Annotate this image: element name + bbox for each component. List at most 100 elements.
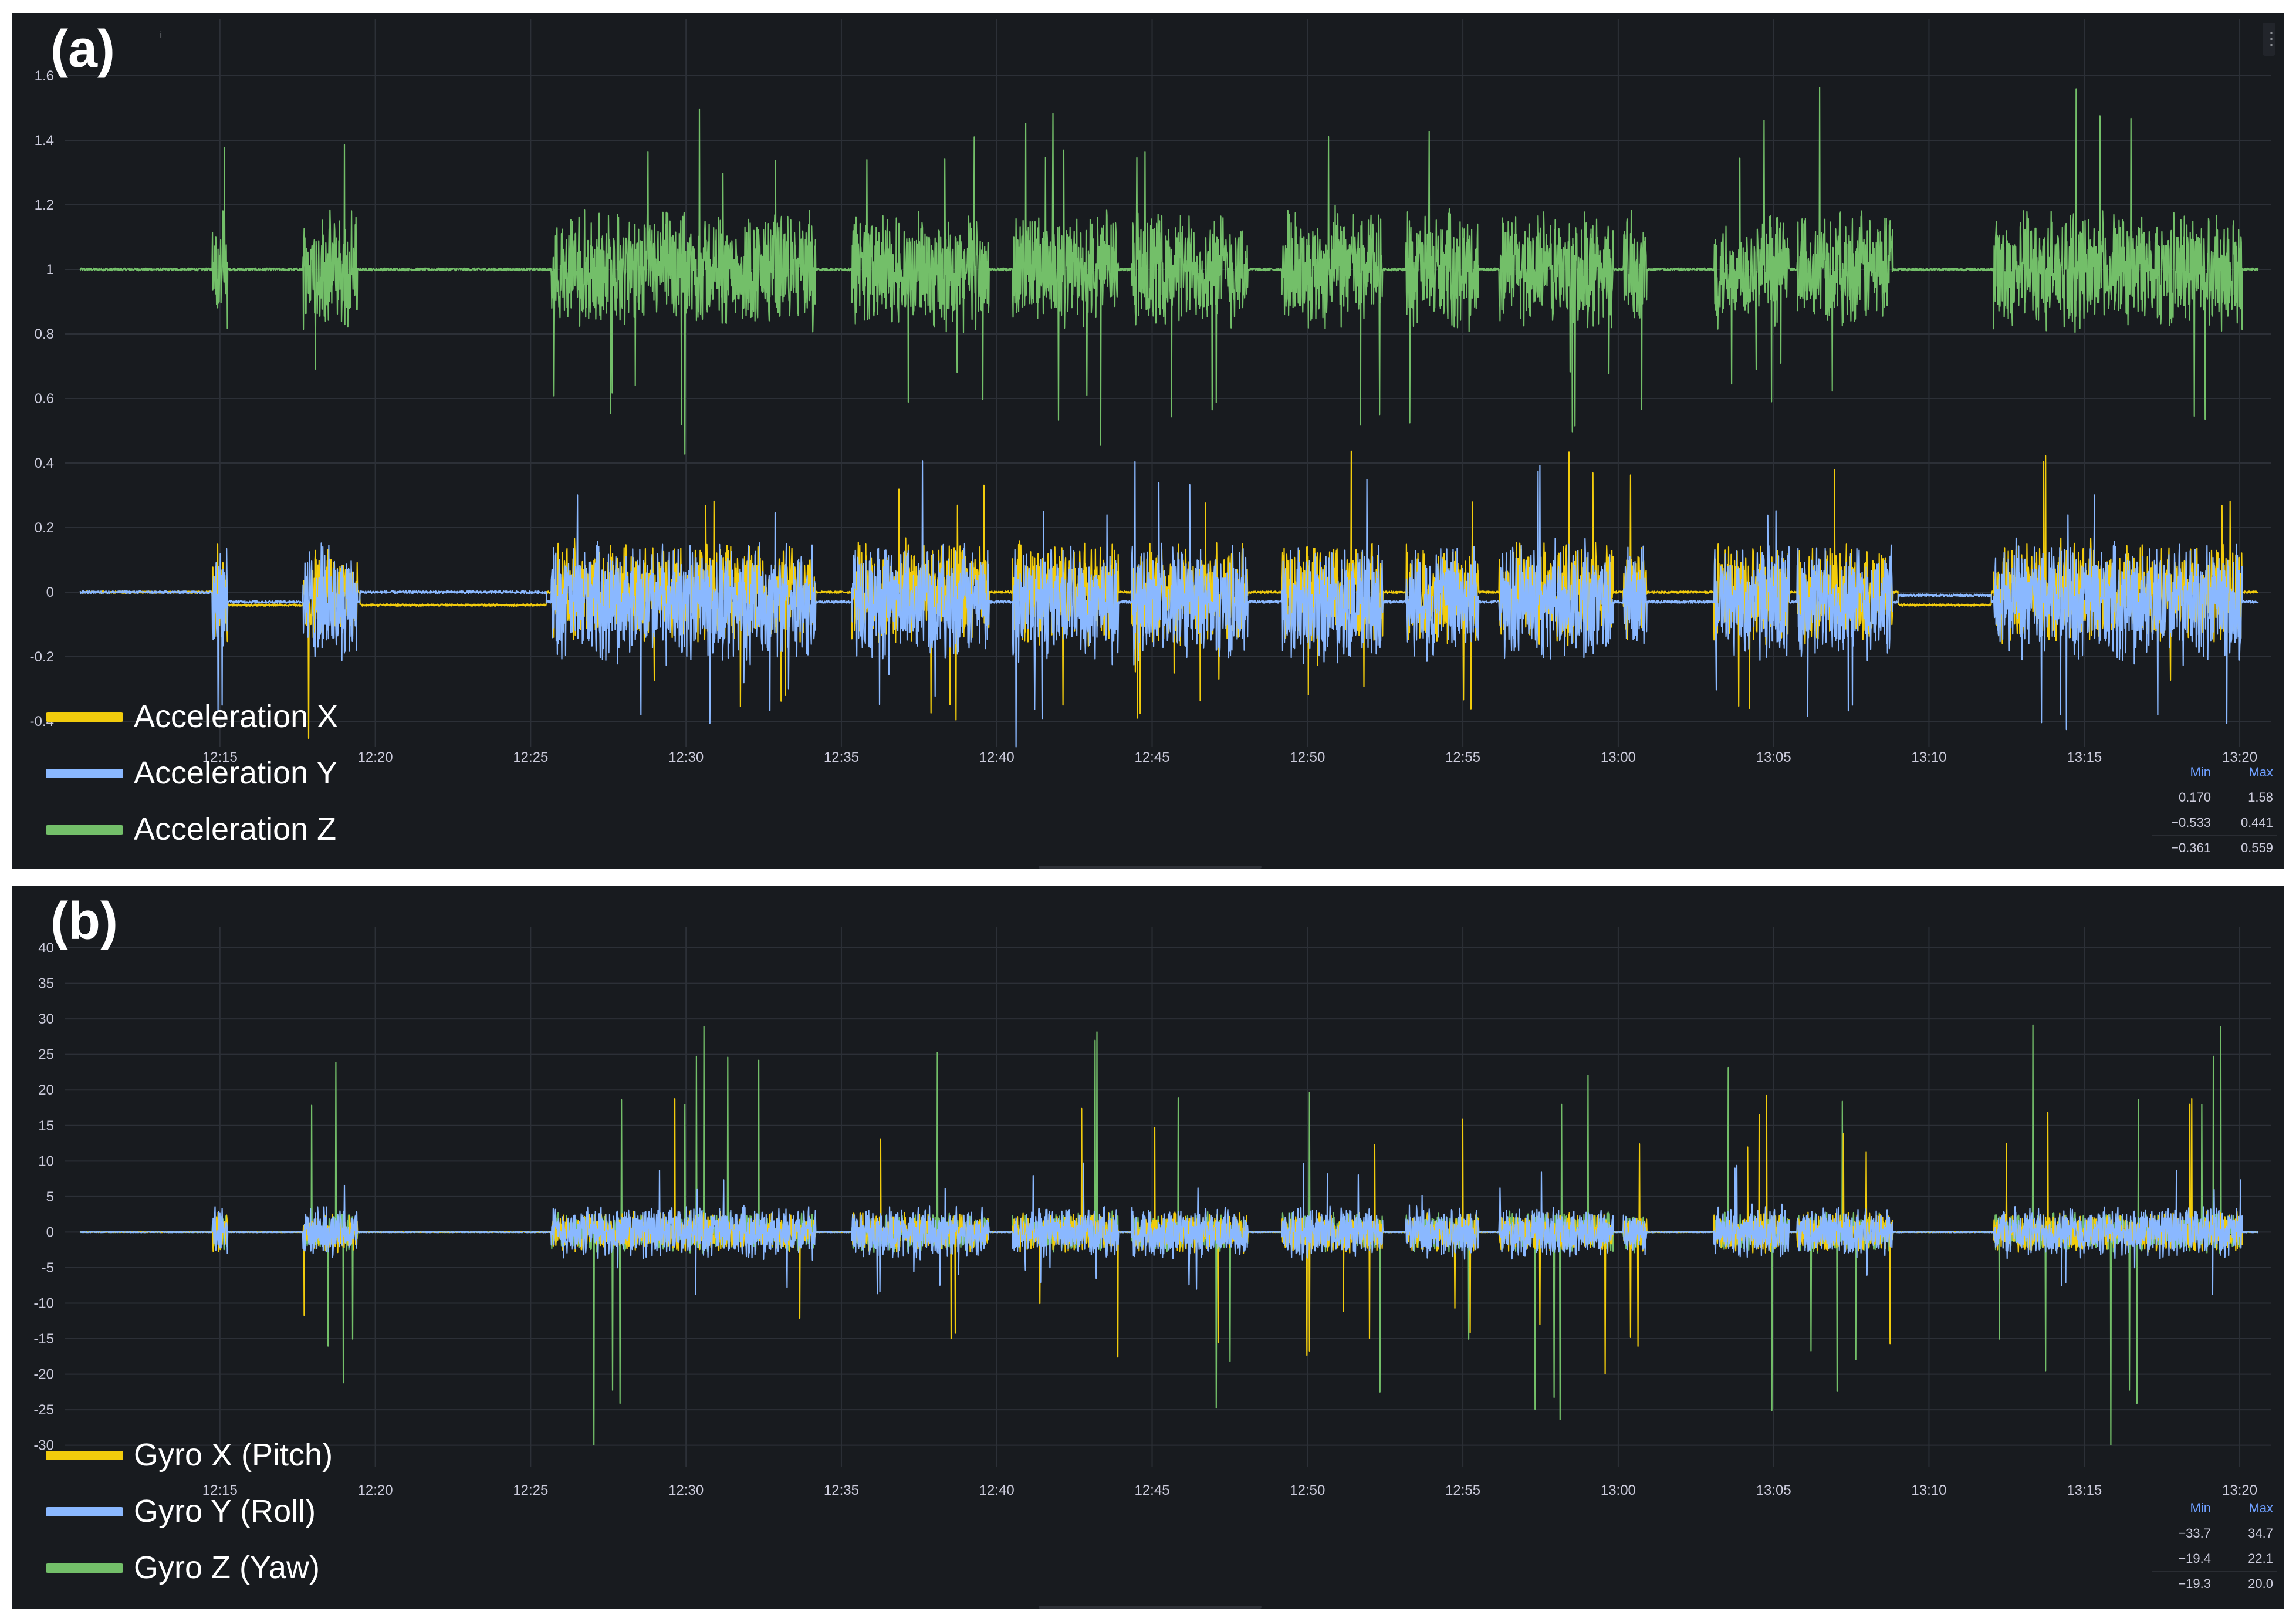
- stats-header: Min Max: [2152, 1496, 2277, 1521]
- x-tick-label: 12:55: [1445, 749, 1480, 765]
- x-tick-label: 12:20: [358, 1482, 393, 1498]
- y-tick-label: -25: [33, 1402, 54, 1418]
- y-tick-label: 1.4: [35, 133, 54, 148]
- x-tick-label: 12:25: [513, 1482, 548, 1498]
- y-tick-label: -0.2: [30, 649, 54, 665]
- stats-min: −0.361: [2171, 840, 2211, 855]
- x-tick-label: 12:35: [824, 1482, 859, 1498]
- y-tick-label: 0: [46, 585, 54, 600]
- legend-label: Acceleration X: [134, 699, 339, 734]
- series-line: [79, 460, 2259, 748]
- legend-swatch-x: [46, 712, 123, 722]
- stats-row: −0.361 0.559: [2152, 835, 2277, 860]
- y-tick-label: -10: [33, 1295, 54, 1311]
- series-line: [79, 1162, 2259, 1295]
- y-tick-label: 35: [38, 976, 54, 992]
- x-tick-label: 12:55: [1445, 1482, 1480, 1498]
- panel-scrollbar[interactable]: [1039, 866, 1262, 869]
- x-tick-label: 12:25: [513, 749, 548, 765]
- x-tick-label: 13:00: [1601, 749, 1636, 765]
- y-tick-label: 10: [38, 1153, 54, 1169]
- stats-row: 0.170 1.58: [2152, 785, 2277, 810]
- x-tick-label: 13:15: [2067, 749, 2102, 765]
- legend-swatch-y: [46, 1507, 123, 1516]
- legend-label: Acceleration Z: [134, 812, 337, 847]
- x-tick-label: 12:20: [358, 749, 393, 765]
- gyroscope-stats-table: Min Max −33.7 34.7 −19.4 22.1 −19.3 20.0: [2152, 1496, 2277, 1596]
- legend-label: Gyro X (Pitch): [134, 1437, 333, 1472]
- x-tick-label: 13:15: [2067, 1482, 2102, 1498]
- x-tick-label: 13:10: [1911, 749, 1946, 765]
- y-tick-label: -5: [42, 1260, 54, 1276]
- y-tick-label: 0.6: [35, 391, 54, 407]
- y-tick-label: 20: [38, 1082, 54, 1098]
- stats-max: 22.1: [2248, 1551, 2273, 1566]
- x-tick-label: 13:05: [1756, 1482, 1791, 1498]
- panel-label-b: (b): [50, 892, 118, 951]
- y-tick-label: 15: [38, 1118, 54, 1134]
- y-tick-label: -20: [33, 1367, 54, 1383]
- panel-menu-icon[interactable]: ⋮: [2263, 23, 2280, 56]
- y-tick-label: 5: [46, 1189, 54, 1205]
- stats-header: Min Max: [2152, 760, 2277, 785]
- x-tick-label: 12:50: [1290, 1482, 1325, 1498]
- stats-max: 20.0: [2248, 1576, 2273, 1591]
- stats-row: −19.3 20.0: [2152, 1571, 2277, 1596]
- gyroscope-panel: 12:15 12:20 12:25 12:30 12:35 12:40 12:45 12:50…: [12, 886, 2284, 1609]
- y-tick-label: 0.8: [35, 326, 54, 342]
- y-tick-label: 1: [46, 262, 54, 278]
- legend-swatch-x: [46, 1451, 123, 1460]
- acceleration-panel: 12:15 12:20 12:25 12:30 12:35 12:40 12:45 12:50…: [12, 13, 2284, 869]
- x-tick-label: 12:45: [1134, 1482, 1169, 1498]
- y-tick-label: 1.2: [35, 197, 54, 213]
- y-tick-label: 30: [38, 1011, 54, 1027]
- series-line: [79, 87, 2259, 455]
- y-tick-label: 0.4: [35, 455, 54, 471]
- panel-info-icon: ⁱ: [160, 29, 163, 46]
- legend-swatch-z: [46, 825, 123, 835]
- y-tick-label: -15: [33, 1331, 54, 1347]
- acceleration-stats-table: Min Max 0.170 1.58 −0.533 0.441 −0.361 0…: [2152, 760, 2277, 860]
- series-acceleration-z: [79, 87, 2259, 455]
- stats-row: −0.533 0.441: [2152, 810, 2277, 835]
- series-acceleration-y: [79, 460, 2259, 748]
- y-tick-label: 0.2: [35, 520, 54, 536]
- legend-swatch-z: [46, 1563, 123, 1573]
- x-tick-label: 13:05: [1756, 749, 1791, 765]
- stats-min: −33.7: [2178, 1526, 2211, 1541]
- stats-max: 1.58: [2248, 790, 2273, 805]
- y-tick-label: 25: [38, 1047, 54, 1063]
- x-tick-label: 12:50: [1290, 749, 1325, 765]
- panel-label-a: (a): [50, 20, 115, 79]
- x-tick-label: 12:40: [979, 1482, 1015, 1498]
- gyroscope-chart: 12:15 12:20 12:25 12:30 12:35 12:40 12:45 12:50…: [33, 927, 2271, 1498]
- legend-label: Gyro Y (Roll): [134, 1494, 316, 1529]
- x-tick-label: 13:10: [1911, 1482, 1946, 1498]
- panel-scrollbar[interactable]: [1039, 1606, 1262, 1609]
- stats-max-header[interactable]: Max: [2214, 760, 2277, 785]
- stats-max-header[interactable]: Max: [2214, 1496, 2277, 1521]
- legend-label: Gyro Z (Yaw): [134, 1550, 320, 1585]
- stats-max: 0.441: [2240, 815, 2273, 830]
- x-tick-label: 12:40: [979, 749, 1015, 765]
- x-tick-label: 13:00: [1601, 1482, 1636, 1498]
- stats-max: 34.7: [2248, 1526, 2273, 1541]
- stats-min-header[interactable]: Min: [2152, 760, 2214, 785]
- stats-row: −33.7 34.7: [2152, 1521, 2277, 1546]
- grid: [65, 927, 2271, 1467]
- acceleration-chart: 12:15 12:20 12:25 12:30 12:35 12:40 12:45 12:50…: [30, 19, 2271, 765]
- x-tick-label: 12:35: [824, 749, 859, 765]
- x-tick-label: 12:30: [668, 1482, 704, 1498]
- x-tick-label: 12:30: [668, 749, 704, 765]
- legend-swatch-y: [46, 769, 123, 778]
- stats-min: −19.3: [2178, 1576, 2211, 1591]
- stats-min: −0.533: [2171, 815, 2211, 830]
- y-tick-label: 0: [46, 1224, 54, 1240]
- stats-min: 0.170: [2178, 790, 2211, 805]
- x-tick-label: 12:45: [1134, 749, 1169, 765]
- stats-min: −19.4: [2178, 1551, 2211, 1566]
- stats-min-header[interactable]: Min: [2152, 1496, 2214, 1521]
- legend-label: Acceleration Y: [134, 755, 338, 791]
- series-gyro-y-roll: [79, 1162, 2259, 1295]
- stats-row: −19.4 22.1: [2152, 1546, 2277, 1571]
